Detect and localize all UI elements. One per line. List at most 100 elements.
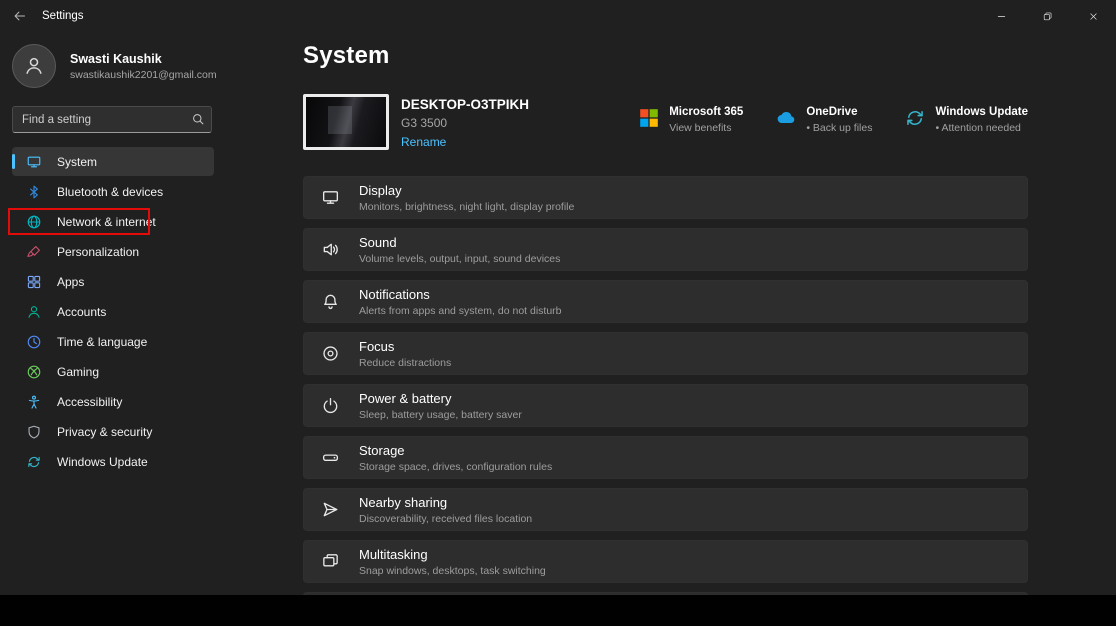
- close-button[interactable]: [1070, 0, 1116, 32]
- chevron-right-icon: [1000, 503, 1013, 516]
- chevron-right-icon: [1000, 399, 1013, 412]
- minimize-button[interactable]: [978, 0, 1024, 32]
- settings-row-title: Notifications: [359, 287, 562, 302]
- settings-row-title: Sound: [359, 235, 560, 250]
- minimize-icon: [996, 11, 1007, 22]
- update-icon: [904, 107, 926, 129]
- back-button[interactable]: [4, 2, 36, 30]
- status-cards: Microsoft 365 View benefits OneDrive • B…: [638, 94, 1028, 150]
- sidebar-item-label: Time & language: [57, 335, 147, 349]
- device-name: DESKTOP-O3TPIKH: [401, 97, 529, 112]
- app-title: Settings: [42, 10, 84, 22]
- titlebar: Settings: [0, 0, 1116, 32]
- bell-icon: [321, 292, 340, 311]
- settings-row-power-battery[interactable]: Power & battery Sleep, battery usage, ba…: [303, 384, 1028, 427]
- gamepad-icon: [26, 364, 42, 380]
- status-card-onedrive[interactable]: OneDrive • Back up files: [775, 106, 872, 150]
- settings-row-subtitle: Sleep, battery usage, battery saver: [359, 409, 522, 421]
- device-section: DESKTOP-O3TPIKH G3 3500 Rename Microsoft…: [303, 94, 1028, 150]
- globe-icon: [26, 214, 42, 230]
- page-title: System: [303, 42, 1028, 70]
- settings-row-focus[interactable]: Focus Reduce distractions: [303, 332, 1028, 375]
- sidebar: Swasti Kaushik swastikaushik2201@gmail.c…: [0, 32, 290, 595]
- sidebar-item-label: Windows Update: [57, 455, 148, 469]
- chevron-right-icon: [1000, 243, 1013, 256]
- power-icon: [321, 396, 340, 415]
- restore-icon: [1042, 11, 1053, 22]
- user-account-block[interactable]: Swasti Kaushik swastikaushik2201@gmail.c…: [12, 38, 278, 92]
- search-box: [12, 106, 212, 133]
- chevron-right-icon: [1000, 555, 1013, 568]
- focus-icon: [321, 344, 340, 363]
- maximize-restore-button[interactable]: [1024, 0, 1070, 32]
- settings-row-subtitle: Storage space, drives, configuration rul…: [359, 461, 552, 473]
- settings-row-subtitle: Alerts from apps and system, do not dist…: [359, 305, 562, 317]
- sidebar-item-accounts[interactable]: Accounts: [12, 297, 214, 326]
- person-icon: [23, 55, 45, 77]
- sidebar-nav: System Bluetooth & devices Network & int…: [12, 147, 278, 476]
- status-card-title: OneDrive: [806, 106, 872, 118]
- status-card-subtitle: View benefits: [669, 122, 743, 134]
- sidebar-item-label: Privacy & security: [57, 425, 152, 439]
- sidebar-item-privacy-security[interactable]: Privacy & security: [12, 417, 214, 446]
- device-info: DESKTOP-O3TPIKH G3 3500 Rename: [401, 94, 529, 150]
- rename-link[interactable]: Rename: [401, 135, 446, 149]
- settings-row-sound[interactable]: Sound Volume levels, output, input, soun…: [303, 228, 1028, 271]
- sidebar-item-gaming[interactable]: Gaming: [12, 357, 214, 386]
- chevron-right-icon: [1000, 347, 1013, 360]
- settings-rows: Display Monitors, brightness, night ligh…: [303, 176, 1028, 607]
- settings-row-subtitle: Discoverability, received files location: [359, 513, 532, 525]
- settings-row-storage[interactable]: Storage Storage space, drives, configura…: [303, 436, 1028, 479]
- settings-row-title: Storage: [359, 443, 552, 458]
- update-icon: [26, 454, 42, 470]
- avatar: [12, 44, 56, 88]
- search-icon[interactable]: [191, 112, 205, 126]
- sidebar-item-windows-update[interactable]: Windows Update: [12, 447, 214, 476]
- status-card-microsoft-365[interactable]: Microsoft 365 View benefits: [638, 106, 743, 150]
- speaker-icon: [321, 240, 340, 259]
- sidebar-item-network-internet[interactable]: Network & internet: [12, 207, 214, 236]
- sidebar-item-label: Apps: [57, 275, 84, 289]
- chevron-right-icon: [1000, 191, 1013, 204]
- monitor-icon: [26, 154, 42, 170]
- back-arrow-icon: [13, 9, 27, 23]
- search-input[interactable]: [12, 106, 212, 133]
- sidebar-item-label: Gaming: [57, 365, 99, 379]
- status-card-subtitle: • Attention needed: [935, 122, 1028, 134]
- settings-row-subtitle: Volume levels, output, input, sound devi…: [359, 253, 560, 265]
- bluetooth-icon: [26, 184, 42, 200]
- settings-row-display[interactable]: Display Monitors, brightness, night ligh…: [303, 176, 1028, 219]
- settings-row-nearby-sharing[interactable]: Nearby sharing Discoverability, received…: [303, 488, 1028, 531]
- sidebar-item-accessibility[interactable]: Accessibility: [12, 387, 214, 416]
- status-card-subtitle: • Back up files: [806, 122, 872, 134]
- sidebar-item-bluetooth-devices[interactable]: Bluetooth & devices: [12, 177, 214, 206]
- sidebar-item-label: Accessibility: [57, 395, 122, 409]
- user-email: swastikaushik2201@gmail.com: [70, 69, 217, 81]
- person-icon: [26, 304, 42, 320]
- sidebar-item-label: System: [57, 155, 97, 169]
- close-icon: [1088, 11, 1099, 22]
- settings-row-notifications[interactable]: Notifications Alerts from apps and syste…: [303, 280, 1028, 323]
- sidebar-item-label: Personalization: [57, 245, 139, 259]
- sidebar-item-personalization[interactable]: Personalization: [12, 237, 214, 266]
- multitask-icon: [321, 552, 340, 571]
- settings-row-title: Multitasking: [359, 547, 546, 562]
- chevron-right-icon: [1000, 451, 1013, 464]
- shield-icon: [26, 424, 42, 440]
- storage-icon: [321, 448, 340, 467]
- status-card-windows-update[interactable]: Windows Update • Attention needed: [904, 106, 1028, 150]
- onedrive-icon: [775, 107, 797, 129]
- settings-row-subtitle: Reduce distractions: [359, 357, 451, 369]
- sidebar-item-label: Network & internet: [57, 215, 156, 229]
- sidebar-item-time-language[interactable]: Time & language: [12, 327, 214, 356]
- sidebar-item-label: Bluetooth & devices: [57, 185, 163, 199]
- settings-row-title: Display: [359, 183, 574, 198]
- sidebar-item-apps[interactable]: Apps: [12, 267, 214, 296]
- status-card-title: Windows Update: [935, 106, 1028, 118]
- sidebar-item-label: Accounts: [57, 305, 106, 319]
- chevron-right-icon: [1000, 295, 1013, 308]
- settings-row-multitasking[interactable]: Multitasking Snap windows, desktops, tas…: [303, 540, 1028, 583]
- window-controls: [978, 0, 1116, 32]
- sidebar-item-system[interactable]: System: [12, 147, 214, 176]
- accessibility-icon: [26, 394, 42, 410]
